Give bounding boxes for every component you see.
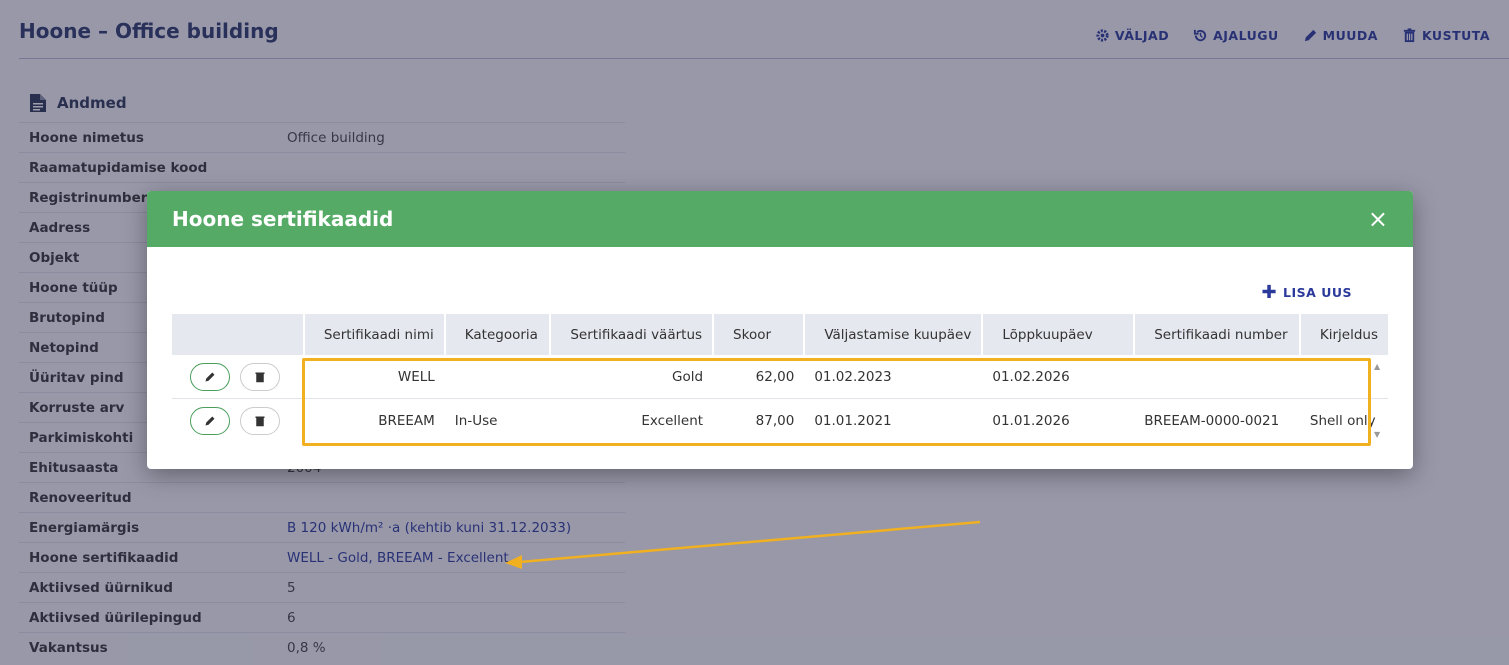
- column-header[interactable]: Sertifikaadi väärtus: [549, 314, 714, 355]
- plus-icon: ✚: [1261, 281, 1278, 303]
- modal-header: Hoone sertifikaadid ×: [147, 191, 1413, 247]
- pencil-icon: [205, 372, 215, 381]
- delete-row-button[interactable]: [240, 362, 280, 391]
- delete-row-button[interactable]: [240, 406, 280, 435]
- row-actions: [172, 355, 304, 399]
- trash-icon: [255, 372, 265, 382]
- table-header-row: Sertifikaadi nimi Kategooria Sertifikaad…: [172, 314, 1388, 355]
- actions-header: [172, 314, 304, 355]
- column-header[interactable]: Kirjeldus: [1298, 314, 1388, 355]
- column-header[interactable]: Sertifikaadi nimi: [302, 314, 445, 355]
- certificates-modal: Hoone sertifikaadid × ✚ LISA UUS Sertifi…: [147, 191, 1413, 469]
- highlight-box: [302, 358, 1371, 446]
- column-header[interactable]: Kategooria: [443, 314, 551, 355]
- row-actions: [172, 399, 304, 443]
- edit-row-button[interactable]: [190, 406, 230, 435]
- trash-icon: [255, 416, 265, 426]
- column-header[interactable]: Sertifikaadi number: [1133, 314, 1300, 355]
- edit-row-button[interactable]: [190, 362, 230, 391]
- column-header[interactable]: Skoor: [712, 314, 805, 355]
- column-header[interactable]: Lõppkuupäev: [981, 314, 1135, 355]
- scroll-up-icon[interactable]: ▲: [1374, 362, 1380, 371]
- add-new-label: LISA UUS: [1283, 285, 1352, 300]
- close-icon[interactable]: ×: [1368, 207, 1388, 231]
- scroll-down-icon[interactable]: ▼: [1374, 430, 1380, 439]
- modal-title: Hoone sertifikaadid: [172, 207, 394, 231]
- pencil-icon: [205, 416, 215, 425]
- column-header[interactable]: Väljastamise kuupäev: [803, 314, 983, 355]
- add-new-button[interactable]: ✚ LISA UUS: [1261, 281, 1352, 303]
